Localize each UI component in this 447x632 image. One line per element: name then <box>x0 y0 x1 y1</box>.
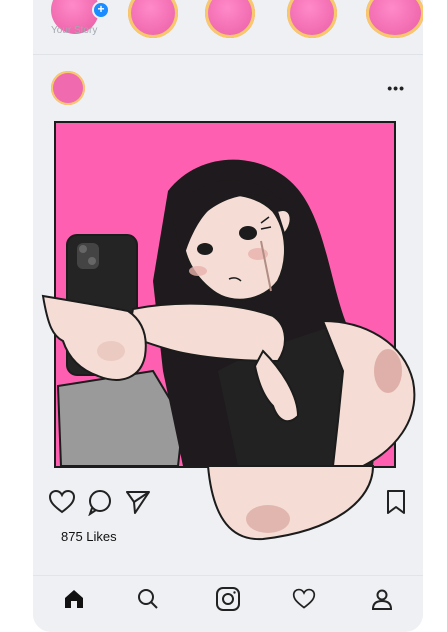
send-icon[interactable] <box>124 488 152 516</box>
phone-screen: + Your Story ••• 875 Likes <box>33 0 423 632</box>
search-icon <box>138 589 158 609</box>
more-options-icon[interactable]: ••• <box>387 80 405 96</box>
nav-profile[interactable] <box>367 584 397 614</box>
your-story-label: Your Story <box>51 25 98 36</box>
divider <box>33 54 423 55</box>
story-avatar[interactable] <box>205 0 255 38</box>
story-avatar[interactable] <box>366 0 423 38</box>
story-avatar[interactable] <box>128 0 178 38</box>
post-image[interactable] <box>41 121 416 541</box>
post-actions <box>48 488 408 518</box>
profile-icon <box>371 589 393 610</box>
add-story-icon[interactable]: + <box>92 1 110 19</box>
nav-activity[interactable] <box>289 584 319 614</box>
nav-camera[interactable] <box>213 584 243 614</box>
bottom-nav <box>33 575 423 626</box>
home-icon <box>65 590 83 608</box>
story-avatar[interactable] <box>287 0 337 38</box>
stories-bar: + Your Story <box>33 0 423 55</box>
heart-icon[interactable] <box>48 488 76 516</box>
post-illustration <box>41 159 416 541</box>
camera-icon <box>216 587 240 611</box>
post-author-avatar[interactable] <box>51 71 85 105</box>
comment-icon[interactable] <box>86 488 114 516</box>
bookmark-icon[interactable] <box>382 488 410 516</box>
likes-count: 875 Likes <box>61 529 117 544</box>
heart-icon <box>292 588 316 609</box>
nav-home[interactable] <box>59 584 89 614</box>
nav-search[interactable] <box>133 584 163 614</box>
